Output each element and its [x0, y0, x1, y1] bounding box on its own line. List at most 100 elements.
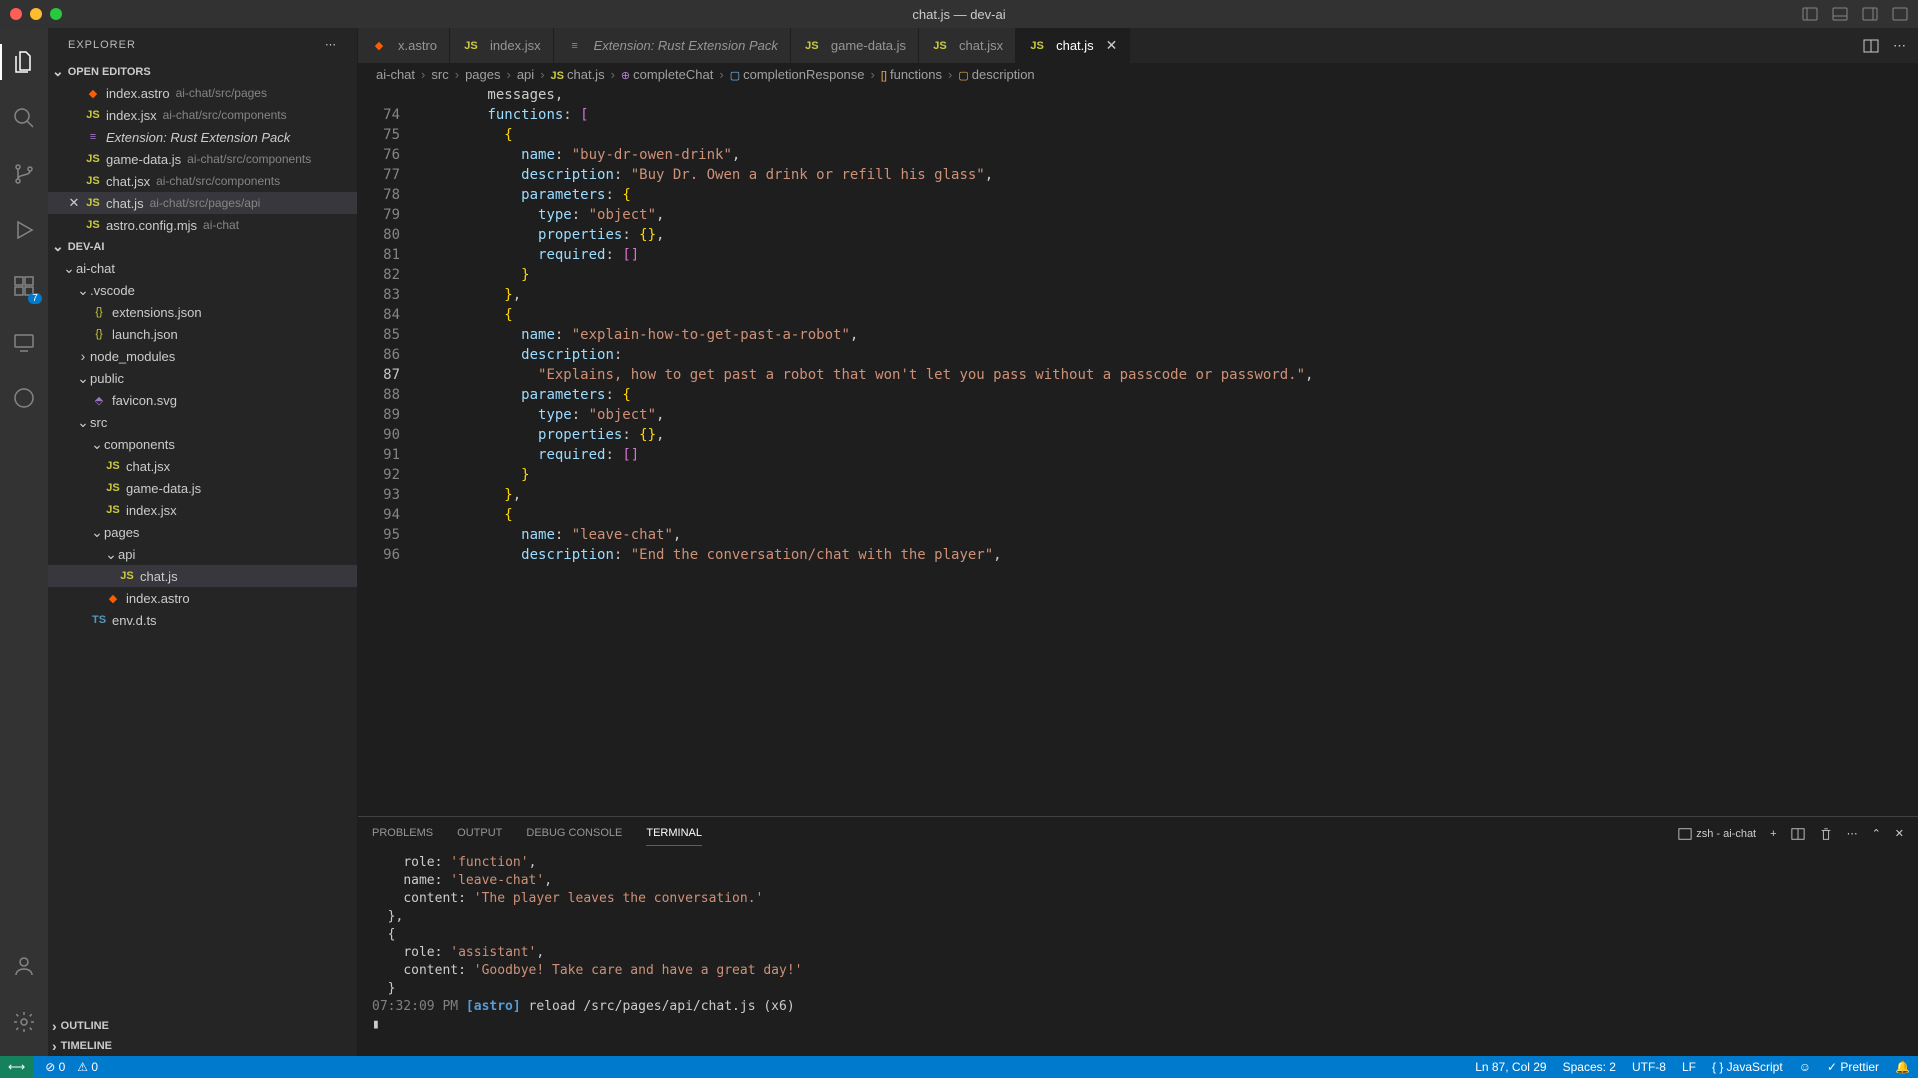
encoding[interactable]: UTF-8 — [1632, 1060, 1666, 1074]
panel-close[interactable]: ✕ — [1895, 827, 1904, 840]
folder-.vscode[interactable]: .vscode — [48, 279, 357, 301]
file-chat.js[interactable]: JSchat.js — [48, 565, 357, 587]
minimize-window[interactable] — [30, 8, 42, 20]
file-index.astro[interactable]: ◆index.astro — [48, 587, 357, 609]
file-index.jsx[interactable]: JSindex.jsx — [48, 499, 357, 521]
indentation[interactable]: Spaces: 2 — [1563, 1060, 1616, 1074]
breadcrumbs[interactable]: ai-chat›src›pages›api› JSchat.js›⊕comple… — [358, 63, 1918, 85]
notifications-icon[interactable]: 🔔 — [1895, 1060, 1910, 1074]
open-editor-item[interactable]: ✕JSgame-data.jsai-chat/src/components — [48, 148, 357, 170]
panel-tab-output[interactable]: OUTPUT — [457, 821, 502, 846]
eol[interactable]: LF — [1682, 1060, 1696, 1074]
extensions-tab[interactable]: 7 — [0, 262, 48, 310]
panel-maximize[interactable]: ⌃ — [1872, 827, 1881, 840]
open-editor-item[interactable]: ✕≡Extension: Rust Extension Pack — [48, 126, 357, 148]
js-icon: JS — [462, 40, 480, 52]
open-editor-item[interactable]: ✕JSchat.jsai-chat/src/pages/api — [48, 192, 357, 214]
panel-tab-terminal[interactable]: TERMINAL — [646, 821, 702, 846]
tab-Extension-Rust-Extension-Pack[interactable]: ≡Extension: Rust Extension Pack — [554, 28, 791, 63]
panel-right-icon[interactable] — [1862, 6, 1878, 22]
remote-icon — [12, 330, 36, 354]
folder-pages[interactable]: pages — [48, 521, 357, 543]
file-env.d.ts[interactable]: TSenv.d.ts — [48, 609, 357, 631]
close-window[interactable] — [10, 8, 22, 20]
open-editor-item[interactable]: ✕JSastro.config.mjsai-chat — [48, 214, 357, 236]
tab-chat-jsx[interactable]: JSchat.jsx — [919, 28, 1016, 63]
outline-header[interactable]: OUTLINE — [48, 1016, 357, 1036]
file-extensions.json[interactable]: {}extensions.json — [48, 301, 357, 323]
split-editor-icon[interactable] — [1863, 38, 1879, 54]
timeline-header[interactable]: TIMELINE — [48, 1036, 357, 1056]
tab-game-data-js[interactable]: JSgame-data.js — [791, 28, 919, 63]
open-editor-item[interactable]: ✕JSindex.jsxai-chat/src/components — [48, 104, 357, 126]
file-game-data.js[interactable]: JSgame-data.js — [48, 477, 357, 499]
tab-chat-js[interactable]: JSchat.js✕ — [1016, 28, 1130, 63]
prettier-status[interactable]: ✓ Prettier — [1827, 1060, 1879, 1074]
file-favicon.svg[interactable]: ⬘favicon.svg — [48, 389, 357, 411]
js-icon: JS — [803, 40, 821, 52]
account-tab[interactable] — [0, 942, 48, 990]
layout-icon[interactable] — [1892, 6, 1908, 22]
feedback-icon[interactable]: ☺ — [1799, 1060, 1811, 1074]
breadcrumb-item[interactable]: ▢description — [958, 67, 1034, 82]
js-icon: JS — [84, 109, 102, 121]
breadcrumb-item[interactable]: []functions — [881, 67, 942, 82]
file-launch.json[interactable]: {}launch.json — [48, 323, 357, 345]
open-editors-header[interactable]: OPEN EDITORS — [48, 61, 357, 82]
explorer-tab[interactable] — [0, 38, 48, 86]
window-title: chat.js — dev-ai — [912, 7, 1005, 22]
breadcrumb-item[interactable]: JSchat.js — [551, 67, 605, 82]
remote-tab[interactable] — [0, 318, 48, 366]
breadcrumb-item[interactable]: api — [517, 67, 534, 82]
tab-index-jsx[interactable]: JSindex.jsx — [450, 28, 554, 63]
breadcrumb-item[interactable]: pages — [465, 67, 500, 82]
run-debug-tab[interactable] — [0, 206, 48, 254]
source-control-tab[interactable] — [0, 150, 48, 198]
edge-icon — [12, 386, 36, 410]
open-editor-item[interactable]: ✕JSchat.jsxai-chat/src/components — [48, 170, 357, 192]
terminal-output[interactable]: role: 'function', name: 'leave-chat', co… — [358, 850, 1918, 1056]
trash-icon[interactable] — [1819, 827, 1833, 841]
file-chat.jsx[interactable]: JSchat.jsx — [48, 455, 357, 477]
code-editor[interactable]: 7475767778798081828384858687888990919293… — [358, 85, 1918, 816]
project-header[interactable]: DEV-AI — [48, 236, 357, 257]
cursor-position[interactable]: Ln 87, Col 29 — [1475, 1060, 1546, 1074]
close-icon[interactable]: ✕ — [1106, 37, 1118, 54]
ext-icon: ≡ — [566, 40, 584, 52]
folder-ai-chat[interactable]: ai-chat — [48, 257, 357, 279]
new-terminal[interactable]: + — [1770, 828, 1776, 840]
breadcrumb-item[interactable]: ai-chat — [376, 67, 415, 82]
search-tab[interactable] — [0, 94, 48, 142]
remote-indicator[interactable]: ⟷ — [0, 1056, 33, 1078]
settings-tab[interactable] — [0, 998, 48, 1046]
panel-left-icon[interactable] — [1802, 6, 1818, 22]
split-terminal-icon[interactable] — [1791, 827, 1805, 841]
errors-count[interactable]: ⊘ 0 — [45, 1060, 65, 1074]
terminal-selector[interactable]: zsh - ai-chat — [1678, 827, 1756, 841]
breadcrumb-item[interactable]: src — [431, 67, 448, 82]
folder-src[interactable]: src — [48, 411, 357, 433]
tab-x-astro[interactable]: ◆x.astro — [358, 28, 450, 63]
ext-icon: ≡ — [84, 131, 102, 143]
close-icon[interactable]: ✕ — [66, 195, 82, 211]
edge-tab[interactable] — [0, 374, 48, 422]
warnings-count[interactable]: ⚠ 0 — [77, 1060, 98, 1074]
panel-more[interactable]: ⋯ — [1847, 827, 1858, 840]
language-mode[interactable]: { } JavaScript — [1712, 1060, 1783, 1074]
more-actions[interactable]: ⋯ — [1893, 38, 1906, 54]
breadcrumb-item[interactable]: ▢completionResponse — [730, 67, 865, 82]
breadcrumb-item[interactable]: ⊕completeChat — [621, 67, 713, 82]
folder-node_modules[interactable]: node_modules — [48, 345, 357, 367]
open-editors-list: ✕◆index.astroai-chat/src/pages✕JSindex.j… — [48, 82, 357, 236]
folder-public[interactable]: public — [48, 367, 357, 389]
folder-components[interactable]: components — [48, 433, 357, 455]
sidebar-title: EXPLORER ⋯ — [48, 28, 357, 61]
panel-tab-debug-console[interactable]: DEBUG CONSOLE — [526, 821, 622, 846]
sidebar-menu[interactable]: ⋯ — [325, 38, 337, 51]
panel-bottom-icon[interactable] — [1832, 6, 1848, 22]
open-editor-item[interactable]: ✕◆index.astroai-chat/src/pages — [48, 82, 357, 104]
panel-tab-problems[interactable]: PROBLEMS — [372, 821, 433, 846]
maximize-window[interactable] — [50, 8, 62, 20]
folder-api[interactable]: api — [48, 543, 357, 565]
activity-bar: 7 — [0, 28, 48, 1056]
